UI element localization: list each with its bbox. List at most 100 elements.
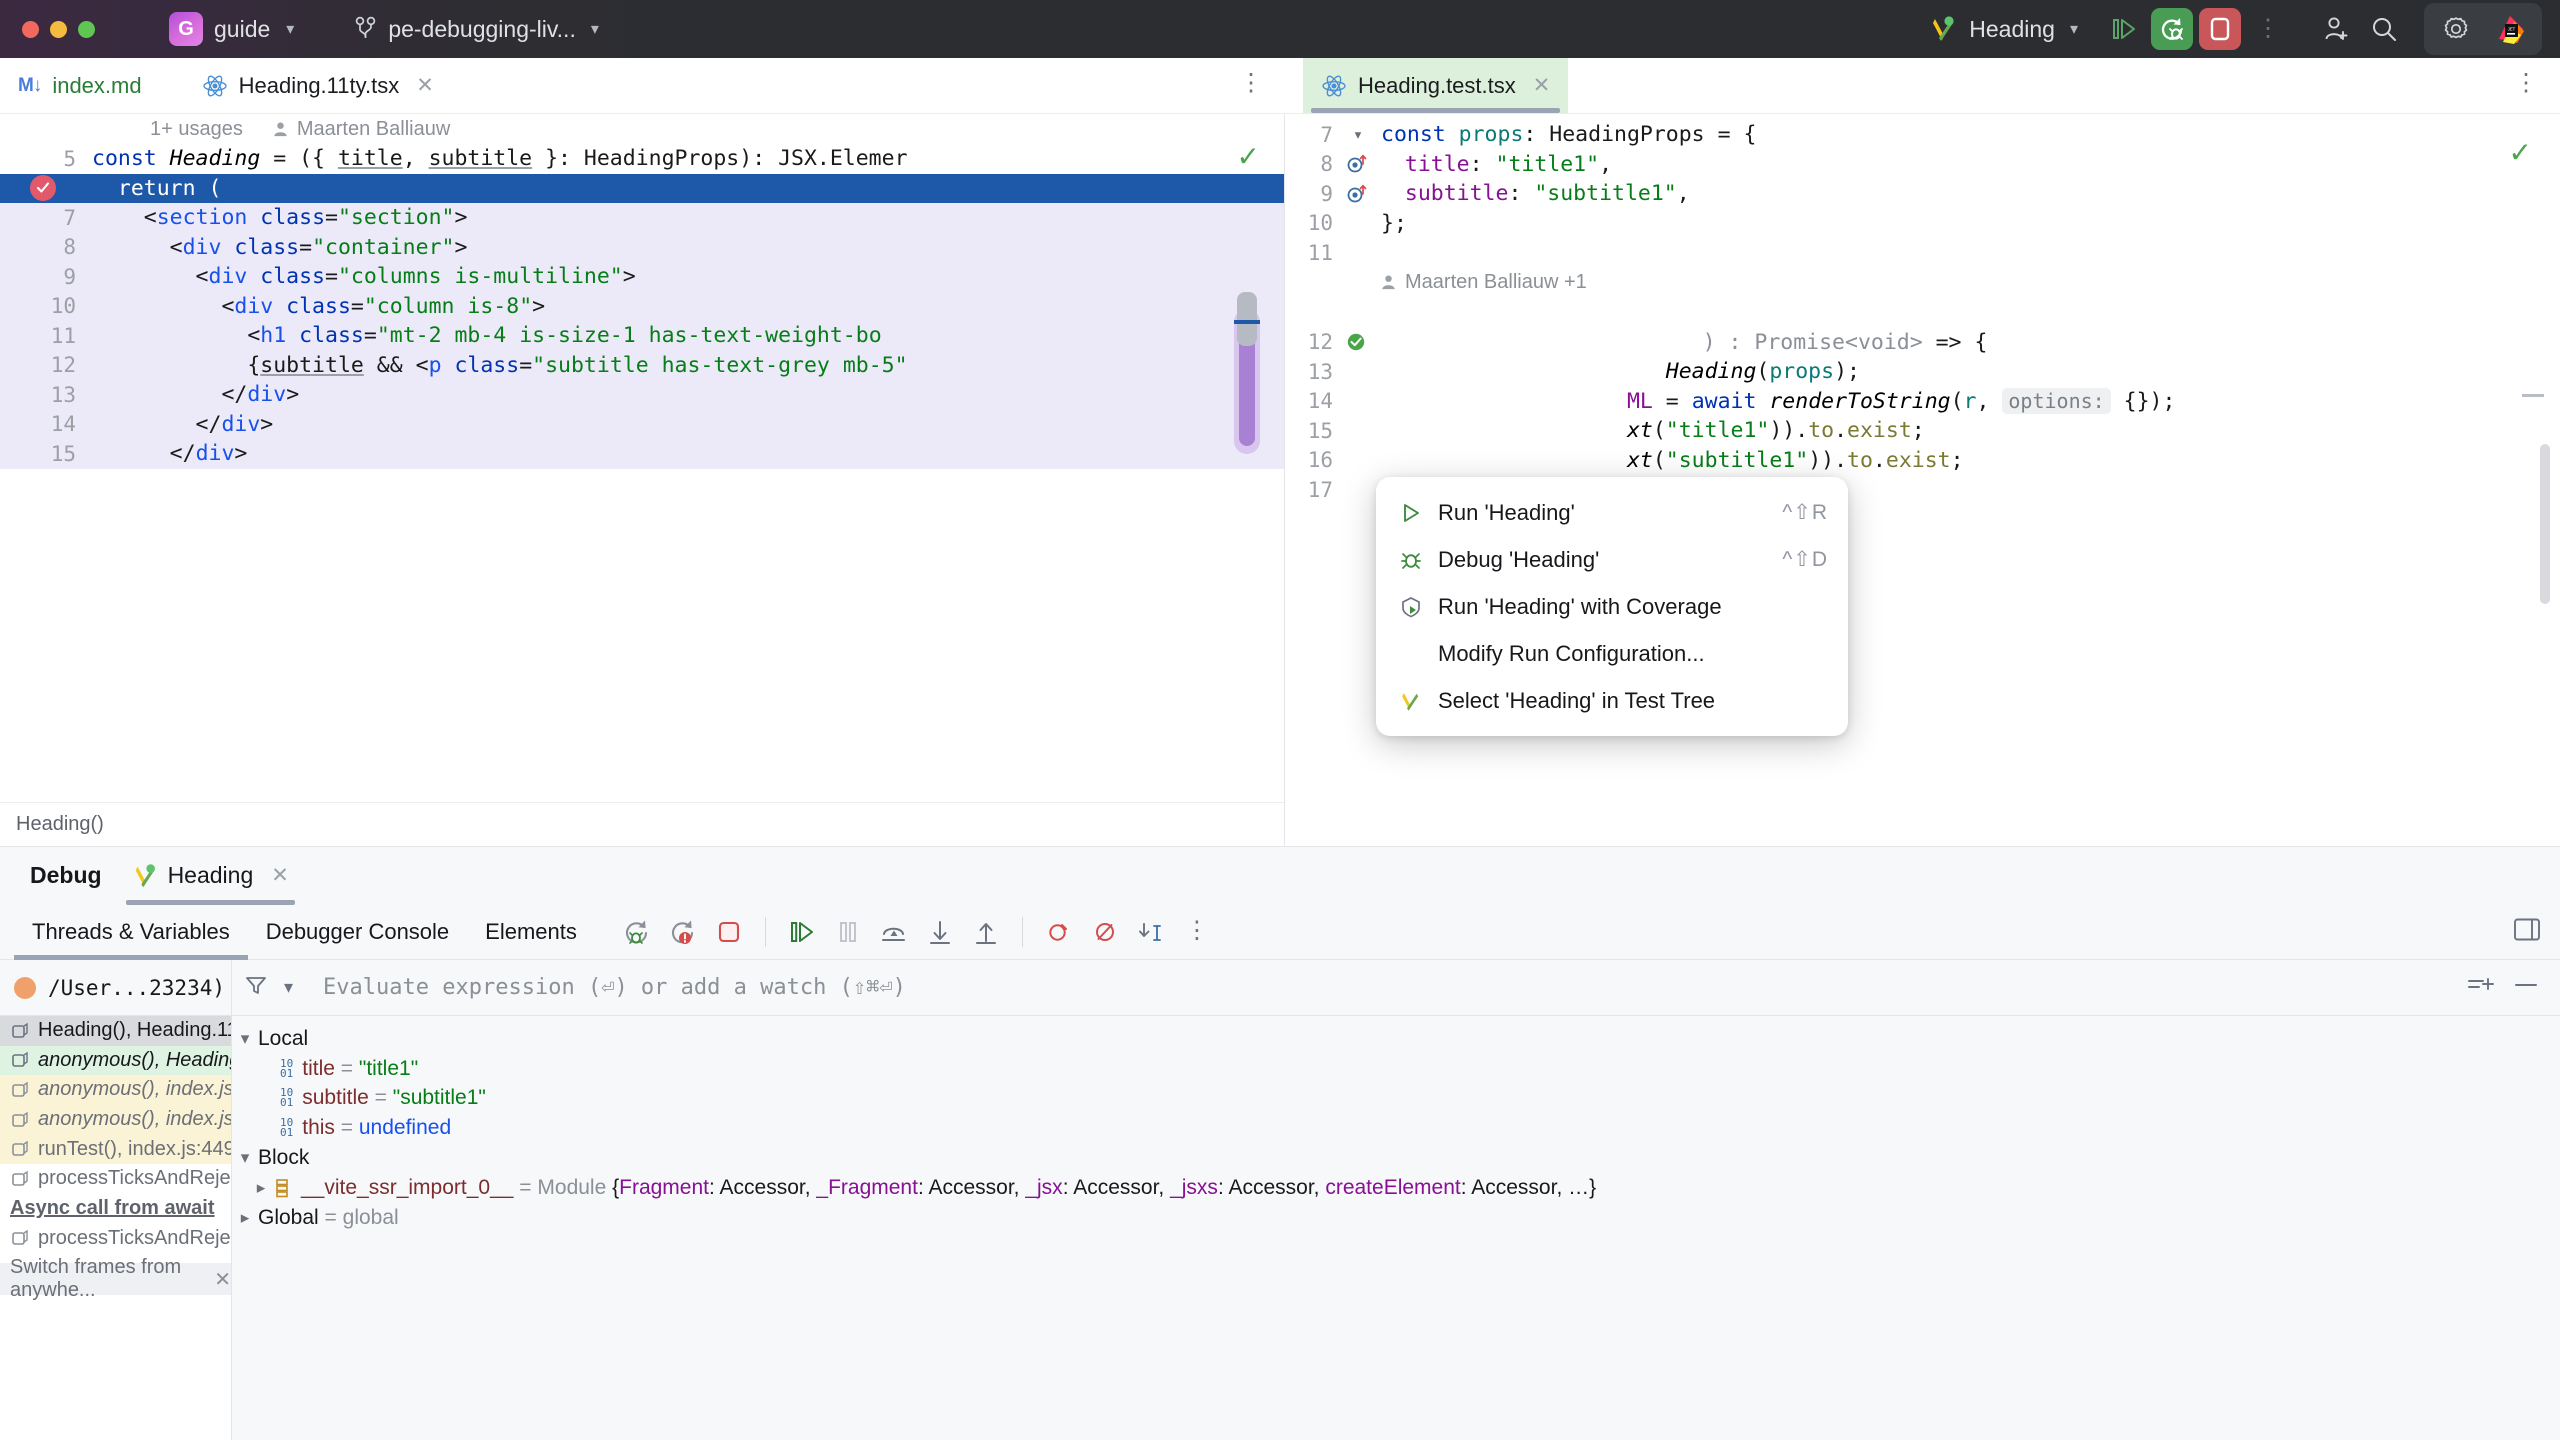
variable-row[interactable]: 1001 title = "title1" bbox=[232, 1054, 2560, 1084]
run-configuration-selector[interactable]: Heading ▾ bbox=[1929, 14, 2078, 44]
layout-settings-button[interactable] bbox=[2512, 915, 2542, 948]
twisty-collapsed-icon[interactable]: ▸ bbox=[248, 1178, 274, 1198]
collapse-icon[interactable] bbox=[2512, 972, 2540, 1003]
code-line[interactable]: 5 const Heading = ({ title, subtitle }: … bbox=[0, 144, 1284, 174]
debug-session-tab[interactable]: Heading ✕ bbox=[116, 847, 305, 905]
inspection-ok-icon[interactable]: ✓ bbox=[2509, 136, 2532, 169]
code-line[interactable]: 10 }; bbox=[1285, 209, 2560, 239]
variable-scope-row[interactable]: ▸ Global = global bbox=[232, 1203, 2560, 1233]
share-project-button[interactable] bbox=[2315, 8, 2357, 50]
thread-selector[interactable]: /User...23234) bbox=[0, 960, 232, 1016]
variable-scope-row[interactable]: ▾ Block bbox=[232, 1143, 2560, 1173]
project-selector[interactable]: G guide ▾ bbox=[165, 8, 304, 50]
context-menu-item-modify-config[interactable]: Modify Run Configuration... bbox=[1376, 630, 1848, 677]
variable-row[interactable]: ▸ __vite_ssr_import_0__ = Module {Fragme… bbox=[232, 1173, 2560, 1203]
view-breakpoints-button[interactable] bbox=[1039, 912, 1079, 952]
close-icon[interactable]: ✕ bbox=[271, 863, 289, 888]
code-line[interactable]: 9 <div class="columns is-multiline"> bbox=[0, 262, 1284, 292]
filter-icon[interactable] bbox=[244, 973, 268, 1002]
chevron-down-icon[interactable]: ▾ bbox=[284, 977, 293, 998]
ai-assistant-button[interactable]: JET bbox=[2489, 8, 2531, 50]
rerun-debug-button[interactable] bbox=[617, 912, 657, 952]
code-editor-right[interactable]: 7 ▾ const props: HeadingProps = { 8 titl… bbox=[1285, 114, 2560, 505]
fold-chevron-icon[interactable]: ▾ bbox=[1345, 125, 1371, 145]
more-options-button[interactable]: ⋮ bbox=[2247, 8, 2289, 50]
maximize-window-button[interactable] bbox=[78, 21, 95, 38]
frame-list-item[interactable]: anonymous(), index.js:41 bbox=[0, 1105, 231, 1135]
code-line-executing[interactable]: return ( bbox=[0, 174, 1284, 204]
gutter-marker-overridden[interactable] bbox=[1345, 182, 1369, 206]
context-menu-item-run-coverage[interactable]: Run 'Heading' with Coverage bbox=[1376, 583, 1848, 630]
code-line[interactable]: 7 ▾ const props: HeadingProps = { bbox=[1285, 120, 2560, 150]
frame-list-item[interactable]: runTest(), index.js:449 bbox=[0, 1134, 231, 1164]
code-line[interactable]: 16 xt("subtitle1")).to.exist; bbox=[1285, 446, 2560, 476]
twisty-collapsed-icon[interactable]: ▸ bbox=[232, 1208, 258, 1228]
branch-selector[interactable]: pe-debugging-liv... ▾ bbox=[344, 12, 609, 47]
resume-program-button[interactable] bbox=[2103, 8, 2145, 50]
close-icon[interactable]: ✕ bbox=[214, 1267, 231, 1292]
author-hint[interactable]: Maarten Balliauw +1 bbox=[1379, 271, 1587, 294]
context-menu-item-debug[interactable]: Debug 'Heading' ^⇧D bbox=[1376, 536, 1848, 583]
author-hint[interactable]: Maarten Balliauw bbox=[271, 118, 450, 141]
code-line[interactable]: 13 </div> bbox=[0, 380, 1284, 410]
variables-tree[interactable]: ▾ Local 1001 title = "title1" 1001 subti… bbox=[232, 1016, 2560, 1440]
variable-row[interactable]: 1001 subtitle = "subtitle1" bbox=[232, 1084, 2560, 1114]
twisty-expanded-icon[interactable]: ▾ bbox=[232, 1029, 258, 1049]
frame-list-item[interactable]: Heading(), Heading.11ty.t: bbox=[0, 1016, 231, 1046]
close-window-button[interactable] bbox=[22, 21, 39, 38]
code-line[interactable]: 9 subtitle: "subtitle1", bbox=[1285, 179, 2560, 209]
left-pane-tab-options-button[interactable]: ⋮ bbox=[1239, 76, 1263, 95]
resume-program-button[interactable] bbox=[782, 912, 822, 952]
code-line[interactable]: 7 <section class="section"> bbox=[0, 203, 1284, 233]
add-watch-icon[interactable] bbox=[2466, 972, 2494, 1003]
frame-list-item[interactable]: anonymous(), index.js:132 bbox=[0, 1075, 231, 1105]
usages-hint[interactable]: 1+ usages bbox=[150, 118, 243, 141]
step-over-button[interactable] bbox=[874, 912, 914, 952]
rerun-debug-button[interactable] bbox=[2151, 8, 2193, 50]
stop-button[interactable] bbox=[2199, 8, 2241, 50]
tab-debugger-console[interactable]: Debugger Console bbox=[248, 904, 467, 960]
search-everywhere-button[interactable] bbox=[2363, 8, 2405, 50]
code-editor-left[interactable]: 1+ usages Maarten Balliauw 5 const Headi… bbox=[0, 114, 1284, 469]
code-line[interactable]: 14 </div> bbox=[0, 410, 1284, 440]
tab-elements[interactable]: Elements bbox=[467, 904, 595, 960]
code-line[interactable]: 13 Heading(props); bbox=[1285, 357, 2560, 387]
settings-button[interactable] bbox=[2435, 8, 2477, 50]
minimize-window-button[interactable] bbox=[50, 21, 67, 38]
code-line[interactable]: 8 title: "title1", bbox=[1285, 150, 2560, 180]
frame-list-item[interactable]: processTicksAndRejection bbox=[0, 1224, 231, 1254]
code-line[interactable]: 14 ML = await renderToString(r, options:… bbox=[1285, 387, 2560, 417]
stop-button[interactable] bbox=[709, 912, 749, 952]
twisty-expanded-icon[interactable]: ▾ bbox=[232, 1148, 258, 1168]
right-pane-tab-options-button[interactable]: ⋮ bbox=[2514, 76, 2538, 95]
gutter-marker-overridden[interactable] bbox=[1345, 152, 1369, 176]
inspection-ok-icon[interactable]: ✓ bbox=[1237, 140, 1260, 173]
frame-list-item[interactable]: processTicksAndRejection bbox=[0, 1164, 231, 1194]
step-into-button[interactable] bbox=[920, 912, 960, 952]
close-icon[interactable]: ✕ bbox=[1533, 73, 1551, 98]
code-line[interactable]: 11 bbox=[1285, 238, 2560, 268]
code-line[interactable]: 10 <div class="column is-8"> bbox=[0, 292, 1284, 322]
code-line[interactable] bbox=[1285, 298, 2560, 328]
run-to-cursor-button[interactable] bbox=[1131, 912, 1171, 952]
debug-more-options-button[interactable]: ⋮ bbox=[1177, 912, 1217, 952]
editor-tab-heading-11ty[interactable]: Heading.11ty.tsx ✕ bbox=[184, 58, 452, 113]
code-line[interactable]: 11 <h1 class="mt-2 mb-4 is-size-1 has-te… bbox=[0, 321, 1284, 351]
gutter-marker-run-test[interactable] bbox=[1345, 330, 1369, 354]
pause-program-button[interactable] bbox=[828, 912, 868, 952]
evaluate-expression-input[interactable]: Evaluate expression (⏎) or add a watch (… bbox=[305, 975, 906, 1000]
code-line[interactable]: 12 ) : Promise<void> => { bbox=[1285, 328, 2560, 358]
frame-list-item[interactable]: anonymous(), Heading.te: bbox=[0, 1046, 231, 1076]
close-icon[interactable]: ✕ bbox=[416, 73, 434, 98]
editor-tab-heading-test[interactable]: Heading.test.tsx ✕ bbox=[1303, 58, 1568, 113]
code-line[interactable]: 8 <div class="container"> bbox=[0, 233, 1284, 263]
breakpoint-icon[interactable] bbox=[30, 175, 56, 201]
step-out-button[interactable] bbox=[966, 912, 1006, 952]
tab-threads-variables[interactable]: Threads & Variables bbox=[14, 904, 248, 960]
code-line[interactable]: 15 </div> bbox=[0, 439, 1284, 469]
variable-row[interactable]: 1001 this = undefined bbox=[232, 1113, 2560, 1143]
editor-scrollbar-right[interactable] bbox=[2540, 444, 2550, 604]
editor-tab-index-md[interactable]: M↓ index.md bbox=[0, 58, 160, 113]
variable-scope-row[interactable]: ▾ Local bbox=[232, 1024, 2560, 1054]
context-menu-item-run[interactable]: Run 'Heading' ^⇧R bbox=[1376, 489, 1848, 536]
